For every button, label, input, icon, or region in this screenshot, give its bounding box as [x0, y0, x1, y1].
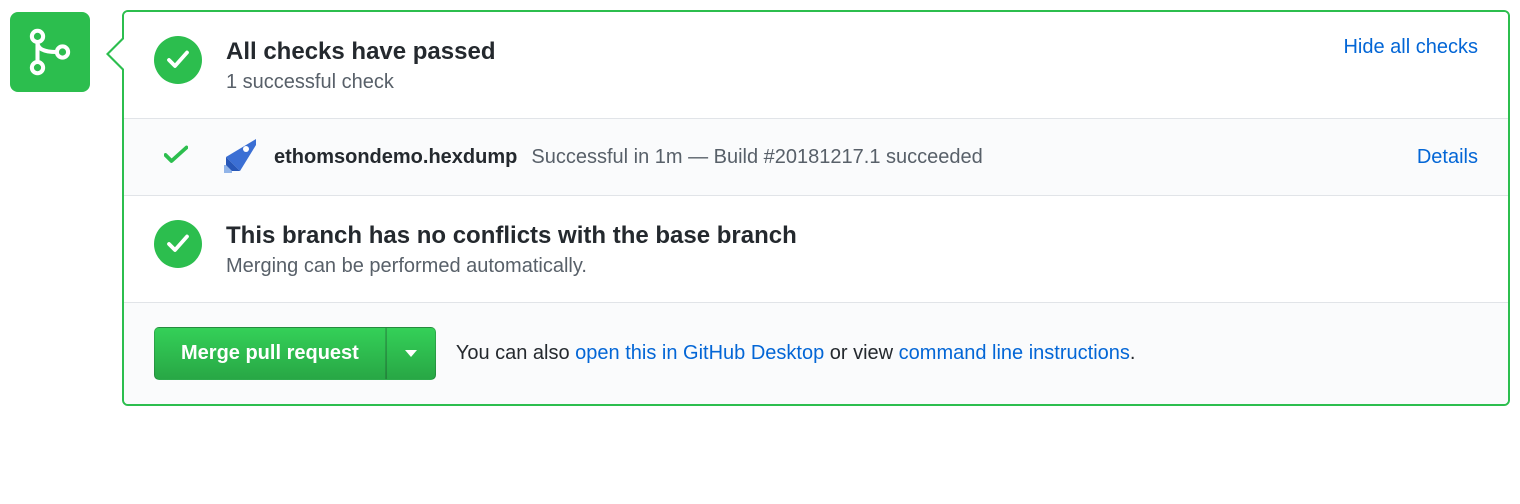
caret-down-icon: [405, 350, 417, 357]
footer-text-suffix: .: [1130, 342, 1136, 364]
merge-dropdown-button[interactable]: [386, 327, 436, 380]
merge-button-group: Merge pull request: [154, 327, 436, 380]
merge-footer-text: You can also open this in GitHub Desktop…: [456, 342, 1136, 365]
footer-text-prefix: You can also: [456, 342, 575, 364]
merge-status-container: All checks have passed 1 successful chec…: [10, 10, 1510, 406]
toggle-checks-link[interactable]: Hide all checks: [1343, 36, 1478, 59]
check-item-row: ethomsondemo.hexdump Successful in 1m — …: [124, 118, 1508, 195]
check-success-icon: [164, 145, 188, 170]
check-icon: [166, 48, 190, 72]
check-name: ethomsondemo.hexdump: [274, 146, 517, 169]
success-status-circle: [154, 36, 202, 84]
check-details-link[interactable]: Details: [1417, 146, 1478, 169]
checks-summary-section: All checks have passed 1 successful chec…: [124, 12, 1508, 118]
checks-title: All checks have passed: [226, 36, 1343, 67]
git-merge-icon: [25, 27, 75, 77]
azure-pipelines-icon: [218, 137, 258, 177]
checks-subtitle: 1 successful check: [226, 71, 1343, 94]
merge-icon-badge: [10, 12, 90, 92]
check-icon: [166, 232, 190, 256]
conflicts-subtitle: Merging can be performed automatically.: [226, 255, 1478, 278]
open-desktop-link[interactable]: open this in GitHub Desktop: [575, 342, 824, 364]
success-status-circle: [154, 220, 202, 268]
merge-pull-request-button[interactable]: Merge pull request: [154, 327, 386, 380]
command-line-link[interactable]: command line instructions: [899, 342, 1130, 364]
merge-panel: All checks have passed 1 successful chec…: [122, 10, 1510, 406]
conflicts-section: This branch has no conflicts with the ba…: [124, 195, 1508, 302]
check-description: Successful in 1m — Build #20181217.1 suc…: [531, 146, 1417, 169]
conflicts-title: This branch has no conflicts with the ba…: [226, 220, 1478, 251]
footer-text-middle: or view: [824, 342, 898, 364]
merge-footer: Merge pull request You can also open thi…: [124, 302, 1508, 404]
